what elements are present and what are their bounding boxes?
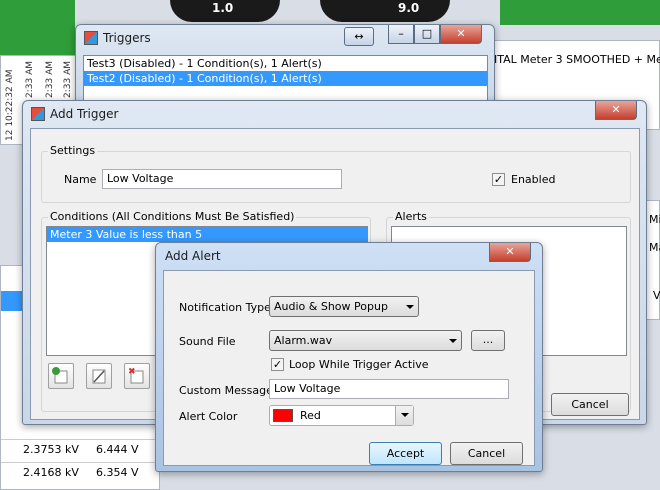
table-cell-kv: 2.4168 kV (23, 466, 79, 479)
sound-file-value: Alarm.wav (274, 334, 333, 347)
loop-checkbox[interactable]: ✓ (271, 358, 284, 371)
accept-button[interactable]: Accept (369, 442, 442, 465)
add-trigger-titlebar[interactable]: Add Trigger ✕ (23, 101, 646, 127)
sound-file-label: Sound File (179, 335, 236, 348)
gauge-left: 1.0 (170, 0, 280, 22)
add-icon (52, 367, 68, 384)
triggers-window[interactable]: Triggers ↔ – □ ✕ Test3 (Disabled) - 1 Co… (75, 24, 495, 104)
edit-icon (92, 369, 106, 384)
name-input[interactable]: Low Voltage (102, 169, 342, 189)
alert-color-label: Alert Color (179, 410, 238, 423)
alert-color-value: Red (300, 409, 321, 422)
gauge-right: 9.0 (320, 0, 450, 22)
minimize-button[interactable]: – (388, 25, 414, 44)
alerts-label: Alerts (393, 210, 429, 223)
timestamp-3: 2:33 AM (45, 61, 55, 98)
trigger-item[interactable]: Test3 (Disabled) - 1 Condition(s), 1 Ale… (84, 56, 487, 71)
edit-condition-button[interactable] (86, 363, 112, 389)
timestamp-4: 2:33 AM (63, 61, 73, 98)
chevron-down-icon (449, 339, 457, 343)
browse-button[interactable]: ... (471, 330, 505, 351)
dropdown-button[interactable] (395, 406, 413, 425)
right-label-v: V (653, 289, 660, 302)
add-alert-title: Add Alert (165, 249, 221, 263)
background-green-strip (0, 0, 75, 55)
add-trigger-title: Add Trigger (50, 107, 119, 121)
close-button[interactable]: ✕ (595, 101, 637, 120)
color-swatch (273, 409, 293, 422)
resize-arrows-icon[interactable]: ↔ (344, 27, 374, 46)
add-alert-titlebar[interactable]: Add Alert ✕ (156, 243, 542, 269)
triggers-app-icon (84, 31, 98, 45)
delete-icon: ✖ (128, 367, 144, 384)
meter-title: ITAL Meter 3 SMOOTHED + Me (494, 53, 660, 66)
svg-text:✖: ✖ (128, 367, 136, 377)
notification-type-select[interactable]: Audio & Show Popup (269, 296, 419, 317)
add-trigger-cancel-button[interactable]: Cancel (551, 393, 629, 416)
add-alert-client: Notification Type Audio & Show Popup Sou… (163, 270, 535, 466)
triggers-titlebar[interactable]: Triggers ↔ – □ ✕ (76, 25, 494, 51)
custom-message-label: Custom Message (179, 384, 273, 397)
background-green-strip-right (500, 0, 660, 25)
conditions-label: Conditions (All Conditions Must Be Satis… (48, 210, 297, 223)
chevron-down-icon (406, 305, 414, 309)
delete-condition-button[interactable]: ✖ (124, 363, 150, 389)
triggers-list[interactable]: Test3 (Disabled) - 1 Condition(s), 1 Ale… (83, 55, 488, 103)
add-alert-window[interactable]: Add Alert ✕ Notification Type Audio & Sh… (155, 242, 543, 472)
table-row[interactable]: 2.3753 kV 6.444 V (1, 439, 161, 459)
settings-group: Settings Name Low Voltage ✓ Enabled (41, 144, 631, 203)
timestamp-2: 2:33 AM (25, 61, 35, 98)
chevron-down-icon (401, 413, 409, 417)
alert-color-select[interactable]: Red (269, 405, 414, 426)
table-row[interactable]: 2.4168 kV 6.354 V (1, 462, 161, 482)
gauge-right-value: 9.0 (398, 1, 420, 15)
close-button[interactable]: ✕ (440, 25, 482, 44)
triggers-title: Triggers (103, 31, 151, 45)
add-trigger-app-icon (31, 107, 45, 121)
loop-label: Loop While Trigger Active (289, 358, 429, 371)
trigger-item-selected[interactable]: Test2 (Disabled) - 1 Condition(s), 1 Ale… (84, 71, 487, 86)
enabled-label: Enabled (511, 173, 556, 186)
add-alert-cancel-button[interactable]: Cancel (450, 442, 523, 465)
table-cell-v: 6.354 V (96, 466, 139, 479)
settings-label: Settings (48, 144, 98, 157)
notification-type-label: Notification Type (179, 301, 271, 314)
enabled-checkbox[interactable]: ✓ (492, 173, 505, 186)
add-condition-button[interactable] (48, 363, 74, 389)
timestamp-1: 12 10:22:32 AM (5, 69, 15, 141)
name-label: Name (64, 173, 97, 186)
maximize-button[interactable]: □ (414, 25, 440, 44)
condition-item-selected[interactable]: Meter 3 Value is less than 5 (47, 227, 367, 242)
sound-file-select[interactable]: Alarm.wav (269, 330, 462, 351)
gauge-left-value: 1.0 (212, 1, 234, 15)
right-label-max: Ma (649, 241, 660, 254)
custom-message-input[interactable]: Low Voltage (269, 379, 509, 399)
close-button[interactable]: ✕ (489, 243, 531, 262)
table-row-selected[interactable] (1, 291, 23, 311)
table-cell-kv: 2.3753 kV (23, 443, 79, 456)
right-label-min: Mi (649, 213, 660, 226)
notification-type-value: Audio & Show Popup (274, 300, 388, 313)
table-cell-v: 6.444 V (96, 443, 139, 456)
